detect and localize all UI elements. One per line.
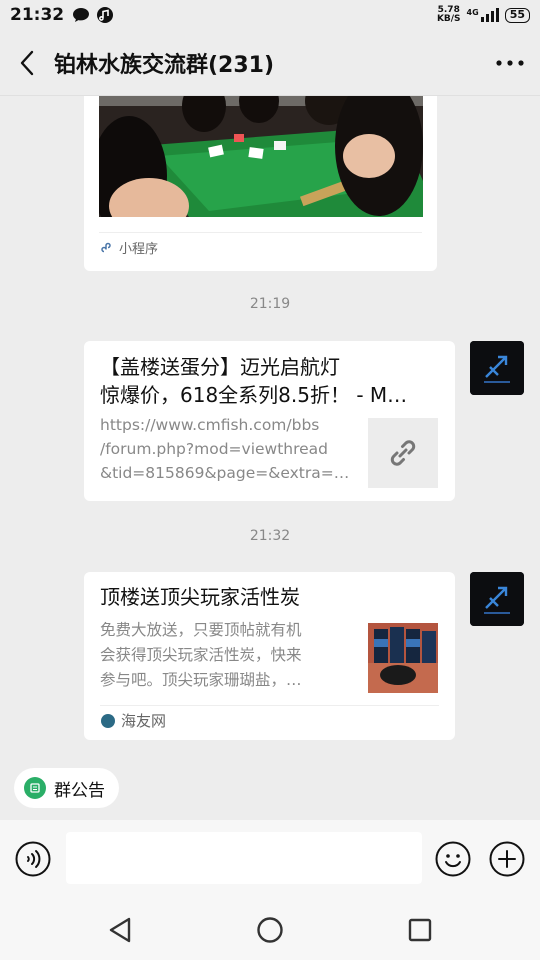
system-nav-bar (0, 898, 540, 960)
card-divider (99, 232, 422, 233)
more-icon (496, 59, 524, 66)
message-timestamp: 21:32 (249, 528, 291, 544)
emoji-button[interactable] (434, 840, 472, 878)
back-button[interactable] (0, 30, 54, 96)
message-list[interactable]: 小程序 21:19 【盖楼送蛋分】迈光启航灯 惊爆价，618全系列8.5折！ -… (0, 96, 540, 756)
article-card[interactable]: 顶楼送顶尖玩家活性炭 免费大放送，只要顶帖就有机 会获得顶尖玩家活性炭，快来 参… (84, 572, 455, 740)
back-arrow-icon (20, 50, 34, 75)
article-thumbnail (368, 623, 438, 693)
status-bar: 21:32 5.78 KB/S 4G 55 (0, 0, 540, 30)
notification-icons (72, 6, 114, 24)
sagittarius-logo-icon (470, 572, 524, 626)
nav-recents-icon (408, 918, 432, 942)
casino-scene-image (99, 96, 423, 217)
voice-button[interactable] (14, 840, 52, 878)
card-divider (100, 705, 439, 706)
mini-program-icon (101, 242, 111, 253)
mini-program-card[interactable]: 小程序 (84, 96, 437, 271)
article-source: 海友网 (101, 710, 166, 731)
sagittarius-logo-icon (470, 341, 524, 395)
link-card-url: https://www.cmfish.com/bbs /forum.php?mo… (100, 416, 350, 482)
announcement-label: 群公告 (54, 780, 105, 801)
nav-home-button[interactable] (250, 910, 290, 950)
more-actions-button[interactable] (488, 840, 526, 878)
mini-program-label: 小程序 (119, 242, 159, 257)
link-icon (390, 440, 416, 466)
sender-avatar[interactable] (470, 572, 524, 626)
announcement-icon (24, 777, 46, 799)
link-card-title: 【盖楼送蛋分】迈光启航灯 惊爆价，618全系列8.5折！ - M… (100, 355, 408, 407)
message-input[interactable] (66, 832, 422, 884)
status-time: 21:32 (10, 5, 65, 25)
site-icon (101, 713, 115, 728)
nav-back-button[interactable] (100, 910, 140, 950)
nav-recents-button[interactable] (400, 910, 440, 950)
net-speed: 5.78 KB/S (436, 5, 461, 24)
voice-icon (15, 841, 51, 877)
chat-notification-icon (73, 8, 90, 22)
plus-icon (489, 841, 525, 877)
nav-back-icon (109, 917, 131, 943)
music-notification-icon (97, 7, 114, 23)
nav-home-icon (257, 917, 283, 943)
more-button[interactable] (480, 30, 540, 96)
status-right: 5.78 KB/S 4G 55 (437, 6, 530, 24)
card-photo (99, 96, 423, 217)
chat-header: 铂林水族交流群(231) (0, 30, 540, 96)
link-card[interactable]: 【盖楼送蛋分】迈光启航灯 惊爆价，618全系列8.5折！ - M… https:… (84, 341, 455, 501)
chat-title: 铂林水族交流群(231) (54, 52, 275, 78)
signal-icon: 4G (467, 8, 499, 22)
mini-program-footer: 小程序 (101, 238, 158, 257)
article-card-description: 免费大放送，只要顶帖就有机 会获得顶尖玩家活性炭，快来 参与吧。顶尖玩家珊瑚盐，… (100, 621, 302, 689)
input-bar (0, 820, 540, 898)
article-card-title: 顶楼送顶尖玩家活性炭 (100, 585, 300, 609)
product-image (368, 623, 438, 693)
battery-indicator: 55 (504, 7, 530, 23)
emoji-icon (435, 841, 471, 877)
message-timestamp: 21:19 (249, 296, 291, 312)
sender-avatar[interactable] (470, 341, 524, 395)
group-announcement-button[interactable]: 群公告 (14, 768, 119, 808)
link-thumbnail (368, 418, 438, 488)
